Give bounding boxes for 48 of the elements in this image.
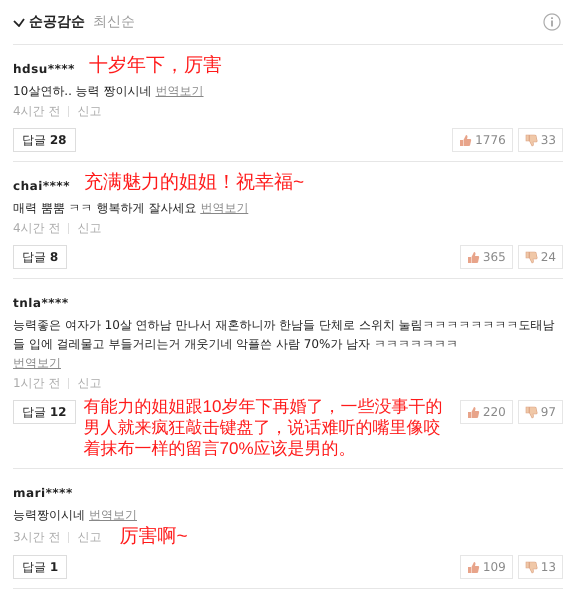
thumbs-up-icon: [466, 406, 480, 418]
check-icon: [13, 18, 25, 26]
thumbs-down-icon: [524, 560, 538, 574]
report-link[interactable]: 신고: [77, 375, 102, 392]
reply-button[interactable]: 답글 12: [13, 400, 76, 424]
username: hdsu****: [13, 62, 75, 76]
dislike-button[interactable]: 97: [518, 400, 563, 424]
reply-button[interactable]: 답글 1: [13, 555, 68, 579]
like-button[interactable]: 365: [460, 245, 513, 269]
thumbs-up-icon: [466, 560, 480, 574]
like-button[interactable]: 1776: [452, 128, 513, 152]
comment-text: 능력짱이시네: [13, 507, 85, 524]
info-icon[interactable]: [543, 13, 561, 31]
translate-link[interactable]: 번역보기: [156, 82, 204, 101]
thumbs-up-icon: [459, 134, 472, 146]
sort-tab[interactable]: 순공감순: [13, 13, 85, 31]
thumbs-down-icon: [524, 134, 538, 146]
translate-link[interactable]: 번역보기: [200, 199, 248, 218]
comment-text: 매력 뿜뿜 ㅋㅋ 행복하게 잘사세요: [13, 200, 196, 217]
report-link[interactable]: 신고: [77, 528, 102, 546]
dislike-button[interactable]: 13: [518, 555, 563, 579]
username: mari****: [13, 486, 73, 500]
reply-button[interactable]: 답글 28: [13, 128, 76, 152]
reply-button[interactable]: 답글 8: [13, 245, 68, 269]
thumbs-down-icon: [524, 250, 538, 264]
translate-link[interactable]: 번역보기: [89, 506, 137, 525]
username: tnla****: [13, 296, 69, 310]
annotation-text: 充满魅力的姐姐！祝幸福~: [84, 172, 304, 195]
comment-text: 10살연하.. 능력 짱이시네: [13, 83, 152, 100]
sort-tab[interactable]: 최신순: [93, 13, 135, 31]
time-text: 3시간 전: [13, 528, 60, 546]
thumbs-down-icon: [524, 406, 538, 418]
dislike-button[interactable]: 24: [518, 245, 563, 269]
like-button[interactable]: 109: [460, 555, 513, 579]
time-text: 4시간 전: [13, 220, 60, 237]
translate-link[interactable]: 번역보기: [13, 354, 61, 373]
comment-text: 능력좋은 여자가 10살 연하남 만나서 재혼하니까 한남들 단체로 스위치 눌림ㅋㅋㅋㅋㅋㅋㅋㅋ도태남들 입에 걸레물고 부들거리는거 개웃기네 악플쓴 사람 70%가 남자 ㅋㅋㅋㅋㅋㅋㅋ: [13, 317, 556, 353]
annotation-text: 厉害啊~: [119, 527, 188, 547]
like-button[interactable]: 220: [460, 400, 513, 424]
username: chai****: [13, 179, 70, 193]
report-link[interactable]: 신고: [77, 103, 102, 120]
thumbs-up-icon: [466, 250, 480, 264]
time-text: 4시간 전: [13, 103, 60, 120]
dislike-button[interactable]: 33: [518, 128, 563, 152]
annotation-text: 十岁年下，厉害: [88, 55, 222, 78]
annotation-text: 有能力的姐姐跟10岁年下再婚了，一些没事干的男人就来疯狂敲击键盘了，说话难听的嘴里像咬着抹布一样的留言70%应该是男的。: [84, 396, 444, 459]
time-text: 1시간 전: [13, 375, 60, 392]
report-link[interactable]: 신고: [77, 220, 102, 237]
